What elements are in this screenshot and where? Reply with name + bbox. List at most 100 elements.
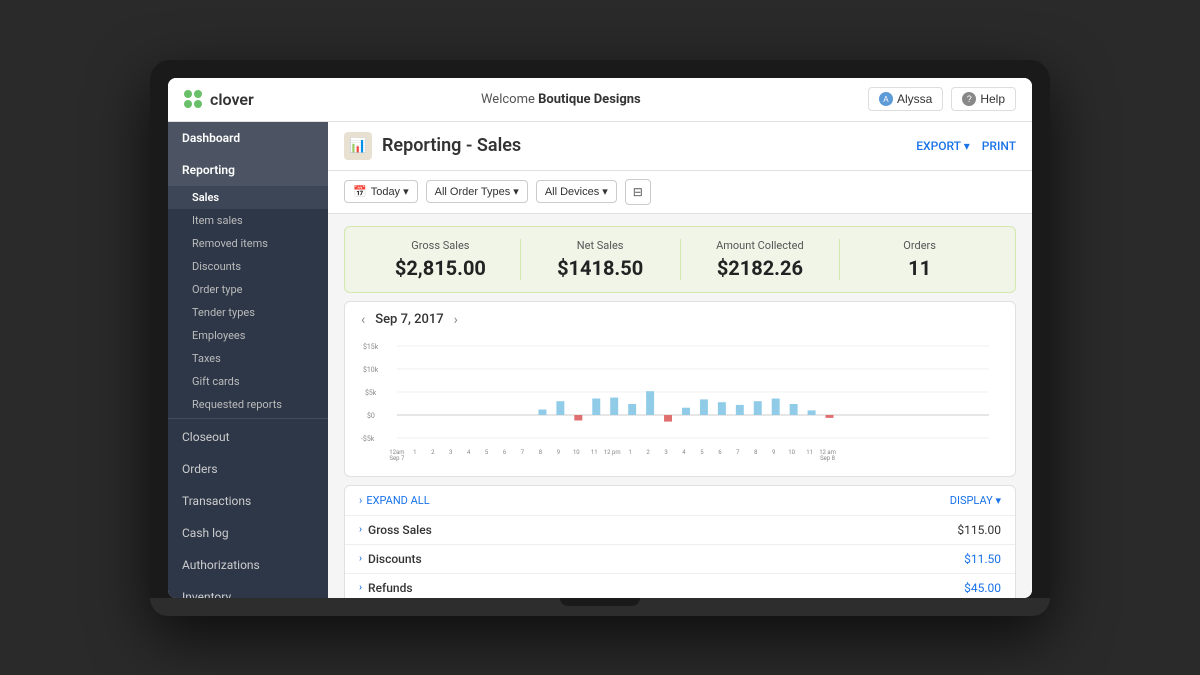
order-types-filter[interactable]: All Order Types ▾ — [426, 180, 528, 203]
bar-19 — [754, 401, 762, 415]
page-title-area: 📊 Reporting - Sales — [344, 132, 521, 160]
svg-text:10: 10 — [788, 448, 795, 455]
svg-text:Sep 7: Sep 7 — [389, 454, 405, 461]
list-header: › EXPAND ALL DISPLAY ▾ — [345, 486, 1015, 516]
sidebar-item-gift-cards[interactable]: Gift cards — [168, 370, 328, 393]
svg-text:11: 11 — [806, 448, 813, 455]
expand-all-button[interactable]: › EXPAND ALL — [359, 494, 430, 507]
sidebar-item-order-type[interactable]: Order type — [168, 278, 328, 301]
header-actions: EXPORT ▾ PRINT — [916, 139, 1016, 153]
chart-svg: $15k $10k $5k $0 -$5k — [361, 336, 999, 466]
chart-prev-button[interactable]: ‹ — [361, 312, 365, 328]
svg-text:$15k: $15k — [363, 342, 379, 350]
net-sales-label: Net Sales — [521, 239, 680, 252]
gross-sales-label: Gross Sales — [361, 239, 520, 252]
gross-sales-row-value: $115.00 — [957, 523, 1001, 537]
bar-11 — [610, 397, 618, 414]
top-actions: A Alyssa ? Help — [868, 87, 1016, 111]
calendar-icon: 📅 — [353, 185, 367, 198]
sidebar: Dashboard Reporting Sales Item sales Rem… — [168, 122, 328, 598]
orders-label: Orders — [840, 239, 999, 252]
bar-23 — [826, 415, 834, 418]
chart-next-button[interactable]: › — [454, 312, 458, 328]
bar-14 — [664, 415, 672, 422]
sidebar-item-authorizations[interactable]: Authorizations — [168, 549, 328, 581]
bar-10 — [592, 398, 600, 415]
print-button[interactable]: PRINT — [982, 139, 1016, 153]
bar-9 — [574, 415, 582, 421]
svg-text:9: 9 — [772, 448, 775, 455]
devices-filter[interactable]: All Devices ▾ — [536, 180, 617, 203]
orders-value: 11 — [840, 256, 999, 280]
svg-text:$5k: $5k — [365, 388, 377, 396]
sidebar-item-sales[interactable]: Sales — [168, 186, 328, 209]
svg-text:6: 6 — [503, 448, 507, 455]
help-icon: ? — [962, 92, 976, 106]
bar-8 — [556, 401, 564, 415]
sidebar-item-removed-items[interactable]: Removed items — [168, 232, 328, 255]
user-icon: A — [879, 92, 893, 106]
svg-text:1: 1 — [413, 448, 416, 455]
filters-bar: 📅 Today ▾ All Order Types ▾ All Devices … — [328, 171, 1032, 214]
discounts-row-value: $11.50 — [964, 552, 1001, 566]
svg-text:-$5k: -$5k — [361, 434, 375, 442]
welcome-text: Welcome Boutique Designs — [481, 92, 641, 107]
user-button[interactable]: A Alyssa — [868, 87, 943, 111]
bar-13 — [646, 391, 654, 415]
svg-text:Sep 8: Sep 8 — [820, 454, 836, 461]
list-row-refunds: › Refunds $45.00 — [345, 574, 1015, 598]
summary-gross-sales: Gross Sales $2,815.00 — [361, 239, 520, 280]
sidebar-item-item-sales[interactable]: Item sales — [168, 209, 328, 232]
logo-text: clover — [210, 90, 254, 109]
bar-18 — [736, 404, 744, 414]
svg-text:2: 2 — [646, 448, 650, 455]
sidebar-item-orders[interactable]: Orders — [168, 453, 328, 485]
sidebar-item-tender-types[interactable]: Tender types — [168, 301, 328, 324]
svg-text:12 pm: 12 pm — [604, 448, 621, 455]
chevron-right-icon: › — [359, 494, 362, 507]
refunds-row-label: › Refunds — [359, 581, 413, 595]
svg-text:3: 3 — [664, 448, 667, 455]
svg-text:7: 7 — [521, 448, 525, 455]
sidebar-item-discounts[interactable]: Discounts — [168, 255, 328, 278]
sidebar-item-taxes[interactable]: Taxes — [168, 347, 328, 370]
bar-16 — [700, 399, 708, 415]
display-button[interactable]: DISPLAY ▾ — [950, 494, 1001, 507]
amount-collected-value: $2182.26 — [681, 256, 840, 280]
bar-7 — [538, 409, 546, 415]
funnel-icon: ⊟ — [633, 185, 643, 199]
svg-text:1: 1 — [628, 448, 631, 455]
svg-text:$10k: $10k — [363, 365, 379, 373]
amount-collected-label: Amount Collected — [681, 239, 840, 252]
svg-text:$0: $0 — [367, 411, 375, 419]
list-row-discounts: › Discounts $11.50 — [345, 545, 1015, 574]
sidebar-item-reporting[interactable]: Reporting — [168, 154, 328, 186]
svg-text:4: 4 — [682, 448, 686, 455]
sidebar-item-inventory[interactable]: Inventory — [168, 581, 328, 598]
bottom-list: › EXPAND ALL DISPLAY ▾ › Gross Sales $11… — [344, 485, 1016, 598]
bar-22 — [808, 410, 816, 415]
bar-21 — [790, 404, 798, 415]
summary-amount-collected: Amount Collected $2182.26 — [680, 239, 840, 280]
sidebar-item-requested-reports[interactable]: Requested reports — [168, 393, 328, 416]
export-button[interactable]: EXPORT ▾ — [916, 139, 969, 153]
discounts-row-label: › Discounts — [359, 552, 422, 566]
svg-text:11: 11 — [591, 448, 598, 455]
svg-text:5: 5 — [485, 448, 489, 455]
list-row-gross-sales: › Gross Sales $115.00 — [345, 516, 1015, 545]
svg-text:5: 5 — [700, 448, 704, 455]
sidebar-item-employees[interactable]: Employees — [168, 324, 328, 347]
clover-logo-icon — [184, 90, 204, 108]
bar-12 — [628, 404, 636, 415]
today-filter[interactable]: 📅 Today ▾ — [344, 180, 418, 203]
sidebar-item-dashboard[interactable]: Dashboard — [168, 122, 328, 154]
sidebar-item-transactions[interactable]: Transactions — [168, 485, 328, 517]
row-chevron-icon-2: › — [359, 553, 362, 564]
filter-icon-button[interactable]: ⊟ — [625, 179, 651, 205]
logo-area: clover — [184, 90, 254, 109]
sidebar-item-cash-log[interactable]: Cash log — [168, 517, 328, 549]
page-title: Reporting - Sales — [382, 135, 521, 156]
sidebar-item-closeout[interactable]: Closeout — [168, 421, 328, 453]
help-button[interactable]: ? Help — [951, 87, 1016, 111]
summary-net-sales: Net Sales $1418.50 — [520, 239, 680, 280]
